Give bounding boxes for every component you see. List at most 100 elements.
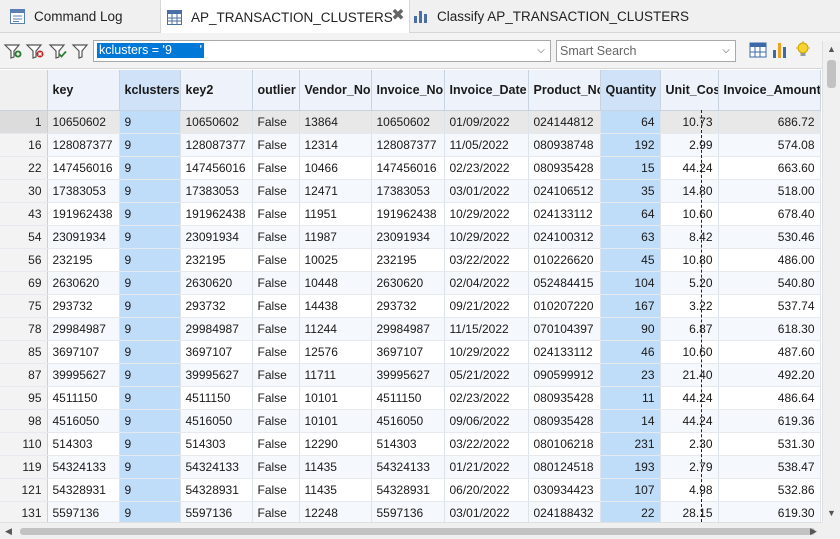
cell-vendor-no[interactable]: 12576 [299, 340, 372, 364]
cell-outlier[interactable]: False [252, 340, 300, 364]
table-row[interactable]: 75 293732 9 293732 False 14438 293732 09/21/202… [0, 294, 821, 318]
row-number-header[interactable] [0, 70, 48, 111]
cell-key2[interactable]: 29984987 [180, 317, 253, 341]
cell-invoice-date[interactable]: 05/21/2022 [444, 363, 529, 387]
cell-row-number[interactable]: 1 [0, 110, 48, 134]
cell-outlier[interactable]: False [252, 110, 300, 134]
cell-row-number[interactable]: 43 [0, 202, 48, 226]
cell-key[interactable]: 54328931 [47, 478, 120, 502]
cell-quantity[interactable]: 46 [600, 340, 661, 364]
column-header-invoice-no[interactable]: Invoice_No [371, 70, 445, 111]
cell-quantity[interactable]: 167 [600, 294, 661, 318]
cell-invoice-date[interactable]: 02/04/2022 [444, 271, 529, 295]
cell-key2[interactable]: 293732 [180, 294, 253, 318]
cell-key[interactable]: 29984987 [47, 317, 120, 341]
column-header-invoice-amount[interactable]: Invoice_Amount [718, 70, 821, 111]
cell-key2[interactable]: 23091934 [180, 225, 253, 249]
cell-invoice-date[interactable]: 01/21/2022 [444, 455, 529, 479]
cell-invoice-no[interactable]: 10650602 [371, 110, 445, 134]
table-row[interactable]: 110 514303 9 514303 False 12290 514303 03/22/20… [0, 432, 821, 456]
cell-invoice-date[interactable]: 02/23/2022 [444, 156, 529, 180]
column-header-product-no[interactable]: Product_No [528, 70, 601, 111]
cell-product-no[interactable]: 024133112 [528, 202, 601, 226]
remove-filter-icon[interactable] [25, 41, 45, 61]
cell-invoice-no[interactable]: 232195 [371, 248, 445, 272]
cell-invoice-no[interactable]: 29984987 [371, 317, 445, 341]
cell-kclusters[interactable]: 9 [119, 133, 181, 157]
cell-key2[interactable]: 10650602 [180, 110, 253, 134]
cell-quantity[interactable]: 22 [600, 501, 661, 522]
cell-invoice-amount[interactable]: 518.00 [718, 179, 821, 203]
cell-unit-cost[interactable]: 3.22 [660, 294, 719, 318]
cell-key[interactable]: 5597136 [47, 501, 120, 522]
cell-vendor-no[interactable]: 10448 [299, 271, 372, 295]
scroll-down-icon[interactable]: ▼ [823, 505, 840, 522]
cell-unit-cost[interactable]: 10.80 [660, 248, 719, 272]
filter-icon[interactable] [70, 41, 90, 61]
cell-outlier[interactable]: False [252, 317, 300, 341]
column-header-vendor-no[interactable]: Vendor_No [299, 70, 372, 111]
cell-unit-cost[interactable]: 44.24 [660, 409, 719, 433]
cell-invoice-date[interactable]: 02/23/2022 [444, 386, 529, 410]
cell-outlier[interactable]: False [252, 478, 300, 502]
cell-outlier[interactable]: False [252, 294, 300, 318]
cell-invoice-no[interactable]: 147456016 [371, 156, 445, 180]
cell-vendor-no[interactable]: 14438 [299, 294, 372, 318]
cell-key[interactable]: 147456016 [47, 156, 120, 180]
table-row[interactable]: 121 54328931 9 54328931 False 11435 54328931 06… [0, 478, 821, 502]
cell-invoice-amount[interactable]: 619.36 [718, 409, 821, 433]
cell-quantity[interactable]: 104 [600, 271, 661, 295]
cell-quantity[interactable]: 193 [600, 455, 661, 479]
cell-unit-cost[interactable]: 10.73 [660, 110, 719, 134]
cell-invoice-no[interactable]: 2630620 [371, 271, 445, 295]
column-header-outlier[interactable]: outlier [252, 70, 300, 111]
cell-outlier[interactable]: False [252, 363, 300, 387]
cell-kclusters[interactable]: 9 [119, 455, 181, 479]
cell-quantity[interactable]: 35 [600, 179, 661, 203]
cell-vendor-no[interactable]: 11711 [299, 363, 372, 387]
cell-key2[interactable]: 54328931 [180, 478, 253, 502]
cell-outlier[interactable]: False [252, 179, 300, 203]
cell-quantity[interactable]: 231 [600, 432, 661, 456]
cell-vendor-no[interactable]: 11951 [299, 202, 372, 226]
column-header-unit-cost[interactable]: Unit_Cost [660, 70, 719, 111]
cell-key[interactable]: 514303 [47, 432, 120, 456]
cell-invoice-no[interactable]: 39995627 [371, 363, 445, 387]
cell-product-no[interactable]: 024133112 [528, 340, 601, 364]
cell-outlier[interactable]: False [252, 432, 300, 456]
cell-vendor-no[interactable]: 11244 [299, 317, 372, 341]
cell-invoice-amount[interactable]: 532.86 [718, 478, 821, 502]
cell-kclusters[interactable]: 9 [119, 478, 181, 502]
cell-kclusters[interactable]: 9 [119, 340, 181, 364]
cell-vendor-no[interactable]: 12290 [299, 432, 372, 456]
cell-unit-cost[interactable]: 2.79 [660, 455, 719, 479]
cell-row-number[interactable]: 75 [0, 294, 48, 318]
cell-key[interactable]: 54324133 [47, 455, 120, 479]
cell-unit-cost[interactable]: 6.87 [660, 317, 719, 341]
tab-ap-transaction-clusters[interactable]: AP_TRANSACTION_CLUSTERS [160, 0, 410, 34]
table-row[interactable]: 22 147456016 9 147456016 False 10466 147456016… [0, 156, 821, 180]
cell-kclusters[interactable]: 9 [119, 317, 181, 341]
cell-vendor-no[interactable]: 10101 [299, 386, 372, 410]
cell-key[interactable]: 128087377 [47, 133, 120, 157]
table-view-icon[interactable] [749, 41, 769, 61]
cell-invoice-amount[interactable]: 619.30 [718, 501, 821, 522]
table-row[interactable]: 69 2630620 9 2630620 False 10448 2630620 02/04/… [0, 271, 821, 295]
cell-unit-cost[interactable]: 14.80 [660, 179, 719, 203]
cell-quantity[interactable]: 63 [600, 225, 661, 249]
cell-key2[interactable]: 128087377 [180, 133, 253, 157]
cell-row-number[interactable]: 69 [0, 271, 48, 295]
cell-invoice-date[interactable]: 03/22/2022 [444, 248, 529, 272]
cell-invoice-amount[interactable]: 537.74 [718, 294, 821, 318]
cell-outlier[interactable]: False [252, 455, 300, 479]
cell-invoice-no[interactable]: 5597136 [371, 501, 445, 522]
cell-vendor-no[interactable]: 11435 [299, 455, 372, 479]
column-header-quantity[interactable]: Quantity [600, 70, 661, 111]
cell-invoice-amount[interactable]: 530.46 [718, 225, 821, 249]
cell-invoice-amount[interactable]: 531.30 [718, 432, 821, 456]
cell-row-number[interactable]: 95 [0, 386, 48, 410]
smart-search-box[interactable]: ⌵ [556, 40, 736, 62]
cell-invoice-date[interactable]: 03/01/2022 [444, 179, 529, 203]
cell-invoice-amount[interactable]: 540.80 [718, 271, 821, 295]
cell-kclusters[interactable]: 9 [119, 202, 181, 226]
